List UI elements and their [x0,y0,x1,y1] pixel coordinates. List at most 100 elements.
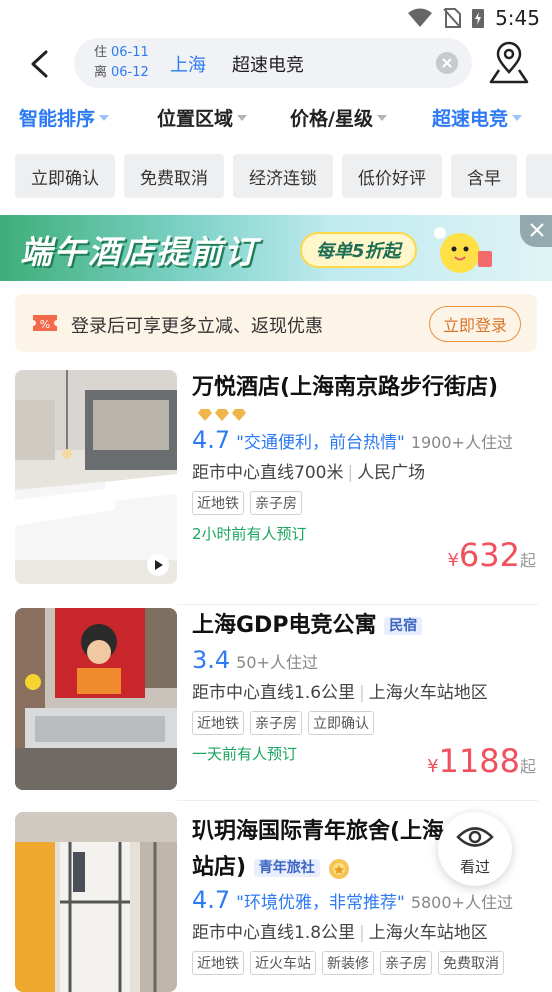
review-quote: "环境优雅，非常推荐" [236,893,405,913]
diamond-icon [215,409,229,421]
checkout-label: 离 [94,65,108,80]
status-bar: 5:45 [0,0,552,36]
coupon-icon: % [33,315,57,331]
map-pin-icon[interactable] [486,40,532,86]
chip-value-rated[interactable]: 低价好评 [342,154,442,198]
divider [177,800,538,801]
battery-charging-icon [472,9,485,28]
stay-count: 50+人住过 [236,653,318,672]
hotel-photo[interactable] [15,812,177,992]
area-text: 人民广场 [357,463,426,483]
viewed-label: 看过 [459,858,490,876]
filter-sort[interactable]: 智能排序 [19,104,110,131]
price-suffix: 起 [519,757,536,776]
chevron-down-icon [376,114,387,121]
price: ¥632起 [447,536,536,574]
area-text: 上海火车站地区 [368,923,488,943]
review-quote: "交通便利，前台热情" [236,433,405,453]
chevron-down-icon [99,114,110,121]
checkin-label: 住 [94,45,108,60]
currency-symbol: ¥ [447,550,459,571]
distance-text: 距市中心直线1.8公里 [192,923,356,943]
banner-title: 端午酒店提前订 [20,233,259,271]
filter-price-label: 价格/星级 [290,108,373,130]
filter-location[interactable]: 位置区域 [157,104,248,131]
separator: | [347,463,354,483]
filter-keyword[interactable]: 超速电竞 [432,104,523,131]
review-score: 4.7 [192,426,231,454]
tag: 立即确认 [308,711,374,735]
diamond-icon [198,409,212,421]
rating-row: 4.7 "交通便利，前台热情" 1900+人住过 [192,426,538,454]
search-city[interactable]: 上海 [170,51,206,77]
search-header: 住 06-11 离 06-12 上海 超速电竞 [0,36,552,92]
chip-breakfast[interactable]: 含早 [451,154,517,198]
price-value: 632 [458,536,520,574]
hotel-photo[interactable] [15,370,177,584]
svg-text:%: % [40,318,50,331]
location-row: 距市中心直线1.8公里 | 上海火车站地区 [192,918,538,943]
tag: 近地铁 [192,491,244,515]
viewed-history-button[interactable]: 看过 [438,812,512,886]
stay-dates[interactable]: 住 06-11 离 06-12 [94,43,149,83]
tag: 近火车站 [250,951,316,975]
filter-sort-label: 智能排序 [19,108,96,130]
hotel-name[interactable]: 万悦酒店(上海南京路步行街店) [192,372,538,404]
feature-tags: 近地铁 近火车站 新装修 亲子房 免费取消 [192,951,538,975]
quick-filter-chips: 立即确认 免费取消 经济连锁 低价好评 含早 [15,154,552,198]
clear-icon[interactable] [436,52,458,74]
distance-text: 距市中心直线700米 [192,463,344,483]
location-row: 距市中心直线1.6公里 | 上海火车站地区 [192,678,538,703]
chip-free-cancel[interactable]: 免费取消 [124,154,224,198]
hotel-name[interactable]: 上海GDP电竞公寓 民宿 [192,610,538,642]
login-button[interactable]: 立即登录 [429,306,521,342]
stay-count: 5800+人住过 [410,893,513,912]
close-icon[interactable] [520,215,552,247]
status-time: 5:45 [495,6,540,30]
medal-icon [329,859,350,879]
wifi-icon [408,8,433,27]
hotel-name-line2: 站店) [192,855,247,880]
checkin-date: 06-11 [111,45,149,60]
tag: 新装修 [322,951,374,975]
search-keyword[interactable]: 超速电竞 [232,51,304,77]
filter-location-label: 位置区域 [157,108,234,130]
feature-tags: 近地铁 亲子房 [192,491,538,515]
hotel-photo[interactable] [15,608,177,790]
hotel-name-text: 上海GDP电竞公寓 [192,613,377,638]
separator: | [359,923,365,943]
login-tip-bar: % 登录后可享更多立减、返现优惠 立即登录 [15,294,537,352]
back-icon[interactable] [22,46,58,82]
login-tip-text: 登录后可享更多立减、返现优惠 [71,316,323,337]
chip-instant-confirm[interactable]: 立即确认 [15,154,115,198]
divider [177,604,538,605]
tag: 亲子房 [380,951,432,975]
checkout-date: 06-12 [111,65,149,80]
filter-price-star[interactable]: 价格/星级 [290,104,387,131]
search-box[interactable]: 住 06-11 离 06-12 上海 超速电竞 [74,38,472,88]
tag: 亲子房 [250,491,302,515]
price-value: 1188 [438,742,520,780]
mascot-icon [434,227,492,273]
chevron-down-icon [512,114,523,121]
promo-banner[interactable]: 端午酒店提前订 每单5折起 [0,215,552,281]
diamond-icon [232,409,246,421]
chip-budget-chain[interactable]: 经济连锁 [233,154,333,198]
feature-tags: 近地铁 亲子房 立即确认 [192,711,538,735]
hotel-card[interactable]: 万悦酒店(上海南京路步行街店) 4.7 "交通便利，前台热情" 1900+人住过… [0,370,552,586]
rating-row: 4.7 "环境优雅，非常推荐" 5800+人住过 [192,886,538,914]
category-badge: 青年旅社 [253,859,320,877]
chip-more[interactable] [526,154,552,198]
separator: | [359,683,365,703]
rating-row: 3.4 50+人住过 [192,646,538,674]
tag: 亲子房 [250,711,302,735]
eye-icon [456,827,494,847]
category-badge: 民宿 [384,617,423,635]
no-sim-icon [443,8,462,28]
hotel-card[interactable]: 上海GDP电竞公寓 民宿 3.4 50+人住过 距市中心直线1.6公里 | 上海火车… [0,608,552,792]
play-icon[interactable] [147,554,169,576]
tag: 免费取消 [438,951,504,975]
review-score: 3.4 [192,646,231,674]
location-row: 距市中心直线700米 | 人民广场 [192,458,538,483]
banner-discount-pill: 每单5折起 [300,232,417,268]
